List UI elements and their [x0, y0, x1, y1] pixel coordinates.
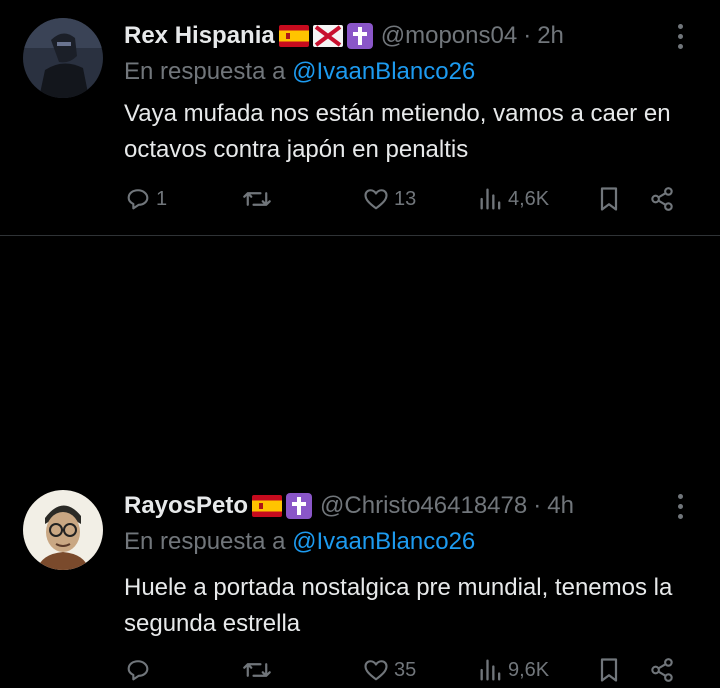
- like-button[interactable]: 13: [362, 181, 416, 217]
- spain-flag-icon: [252, 495, 283, 517]
- user-handle[interactable]: @mopons04: [381, 22, 517, 50]
- tweet-text: Huele a portada nostalgica pre mundial, …: [124, 574, 673, 637]
- tweet-rex-hispania[interactable]: Rex Hispania @mopons04 · 2h En respuesta…: [0, 0, 720, 236]
- views-count: 9,6K: [508, 658, 550, 681]
- user-handle[interactable]: @Christo46418478: [320, 492, 527, 520]
- reply-count: 1: [156, 187, 168, 210]
- bookmark-icon: [600, 658, 618, 682]
- retweet-button[interactable]: [242, 181, 276, 217]
- tweet-header: Rex Hispania @mopons04 · 2h: [124, 18, 564, 54]
- reply-icon: [127, 189, 149, 210]
- reply-prefix: En respuesta a: [124, 58, 286, 85]
- display-name[interactable]: Rex Hispania: [124, 22, 275, 50]
- tweet-rayospeto[interactable]: RayosPeto @Christo46418478 · 4h En respu…: [0, 236, 720, 682]
- avatar[interactable]: [23, 490, 103, 570]
- separator-dot: ·: [523, 22, 532, 49]
- share-button[interactable]: [648, 652, 676, 688]
- reply-context: En respuesta a @IvaanBlanco26: [124, 58, 475, 86]
- bookmark-icon: [600, 187, 618, 211]
- heart-icon: [364, 189, 388, 210]
- tweet-header: RayosPeto @Christo46418478 · 4h: [124, 488, 574, 524]
- spain-flag-icon: [278, 25, 309, 47]
- retweet-button[interactable]: [242, 652, 276, 688]
- avatar-image: [23, 490, 103, 570]
- views-icon: [480, 659, 501, 681]
- display-name[interactable]: RayosPeto: [124, 492, 248, 520]
- cross-icon: [346, 23, 373, 49]
- bookmark-button[interactable]: [596, 652, 622, 688]
- reply-button[interactable]: 1: [124, 181, 167, 217]
- share-button[interactable]: [648, 181, 676, 217]
- tweet-actions: 1 13 4,6K: [124, 181, 684, 217]
- reply-context: En respuesta a @IvaanBlanco26: [124, 528, 475, 556]
- cross-icon: [286, 493, 313, 519]
- more-options-icon[interactable]: [670, 488, 690, 524]
- heart-icon: [364, 660, 388, 681]
- reply-mention-link[interactable]: @IvaanBlanco26: [292, 58, 475, 85]
- more-options-icon[interactable]: [670, 18, 690, 54]
- tweet-text: Vaya mufada nos están metiendo, vamos a …: [124, 100, 671, 163]
- tweet-actions: 35 9,6K: [124, 652, 684, 688]
- views-icon: [480, 188, 501, 210]
- views-button[interactable]: 4,6K: [478, 181, 549, 217]
- bookmark-button[interactable]: [596, 181, 622, 217]
- timestamp[interactable]: 2h: [537, 22, 564, 50]
- reply-button[interactable]: [124, 652, 156, 688]
- burgundy-cross-flag-icon: [312, 25, 343, 47]
- views-count: 4,6K: [508, 187, 550, 210]
- views-button[interactable]: 9,6K: [478, 652, 549, 688]
- like-button[interactable]: 35: [362, 652, 416, 688]
- like-count: 13: [394, 187, 417, 210]
- reply-prefix: En respuesta a: [124, 528, 286, 555]
- share-icon: [651, 187, 673, 211]
- retweet-icon: [243, 192, 271, 206]
- timestamp[interactable]: 4h: [547, 492, 574, 520]
- avatar[interactable]: [23, 18, 103, 98]
- share-icon: [651, 658, 673, 682]
- reply-icon: [127, 660, 149, 681]
- reply-mention-link[interactable]: @IvaanBlanco26: [292, 528, 475, 555]
- like-count: 35: [394, 658, 417, 681]
- separator-dot: ·: [533, 492, 542, 519]
- avatar-image: [23, 18, 103, 98]
- retweet-icon: [243, 663, 271, 677]
